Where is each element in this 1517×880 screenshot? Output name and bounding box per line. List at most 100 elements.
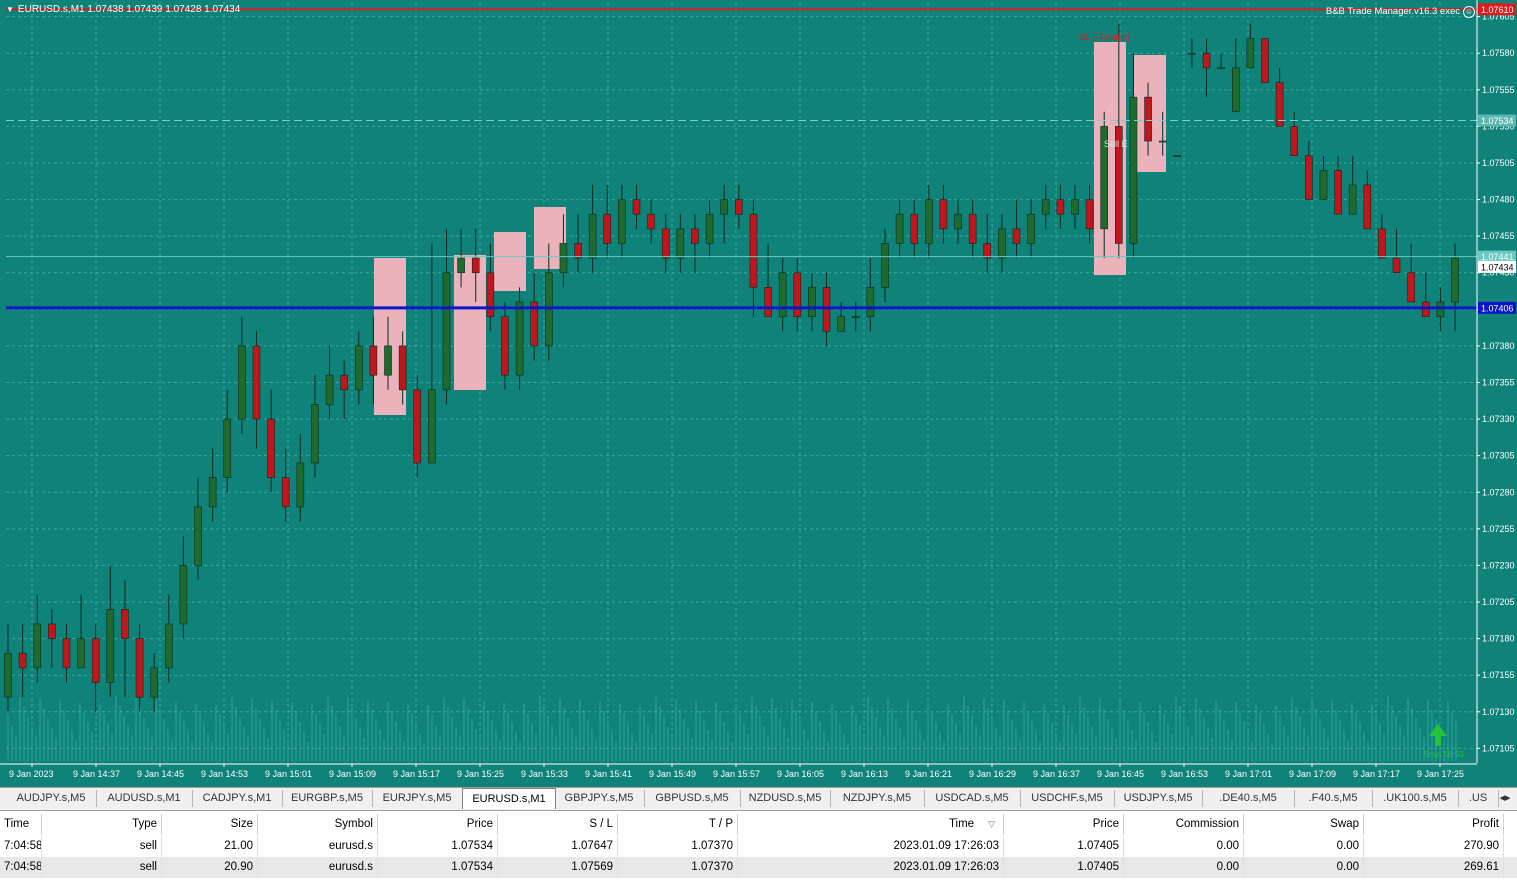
candle-body[interactable] (1348, 184, 1357, 215)
tab-de40-s-m5[interactable]: .DE40.s,M5 (1202, 790, 1295, 807)
candle-body[interactable] (33, 623, 42, 669)
tab-eurgbp-s-m5[interactable]: EURGBP.s,M5 (282, 790, 373, 807)
candle-body[interactable] (939, 199, 948, 230)
candle-body[interactable] (311, 404, 319, 464)
column-header-price[interactable]: Price (1004, 814, 1124, 835)
candle-body[interactable] (1407, 272, 1415, 303)
candle-body[interactable] (983, 243, 992, 259)
candle-body[interactable] (4, 652, 12, 698)
candle-body[interactable] (808, 287, 816, 317)
candle-body[interactable] (18, 652, 27, 669)
candle-body[interactable] (661, 228, 670, 259)
candle-body[interactable] (998, 228, 1006, 259)
candle-body[interactable] (223, 418, 232, 478)
candle-body[interactable] (910, 213, 919, 244)
tab-nzdjpy-s-m5[interactable]: NZDJPY.s,M5 (830, 790, 925, 807)
candle-body[interactable] (778, 272, 787, 317)
table-row[interactable]: 7:04:58 sell 21.00 eurusd.s 1.07534 1.07647 1.… (0, 836, 1517, 857)
column-header-commission[interactable]: Commission (1124, 814, 1244, 835)
candle-body[interactable] (208, 477, 217, 508)
tab-uk100-s-m5[interactable]: .UK100.s,M5 (1372, 790, 1459, 807)
candle-body[interactable] (866, 287, 875, 317)
candle-body[interactable] (296, 462, 305, 508)
candle-body[interactable] (1451, 257, 1459, 303)
candle-body[interactable] (1202, 52, 1211, 69)
tab-cadjpy-s-m1[interactable]: CADJPY.s,M1 (192, 790, 283, 807)
candle-body[interactable] (1012, 228, 1021, 244)
candle-body[interactable] (895, 213, 904, 244)
candle-body[interactable] (281, 477, 290, 508)
candle-body[interactable] (457, 257, 465, 274)
candle-body[interactable] (1378, 228, 1386, 259)
candle-body[interactable] (1144, 96, 1152, 142)
candle-body[interactable] (340, 374, 348, 391)
candle-body[interactable] (252, 345, 261, 420)
candle-body[interactable] (632, 199, 641, 215)
candle-body[interactable] (1275, 82, 1284, 127)
candle-body[interactable] (1261, 38, 1269, 83)
candle-body[interactable] (749, 213, 758, 288)
candle-body[interactable] (603, 213, 612, 244)
candle-body[interactable] (1305, 155, 1313, 200)
tab-scroll-icon[interactable]: ◂▸ (1496, 790, 1514, 807)
candle-body[interactable] (325, 374, 334, 405)
candle-body[interactable] (1319, 169, 1328, 200)
tab-us[interactable]: .US (1458, 790, 1499, 807)
candle-body[interactable] (486, 272, 495, 317)
trade-manager-label[interactable]: B&B Trade Manager.v16.3 exec ☺ (1326, 6, 1475, 18)
candle-body[interactable] (881, 243, 889, 288)
candle-body[interactable] (515, 301, 524, 376)
candlestick-chart-svg[interactable]: SL (-7.6pips)Sell E5min 18:501.076051.07… (0, 0, 1517, 787)
tab-gbpjpy-s-m5[interactable]: GBPJPY.s,M5 (554, 790, 645, 807)
candle-body[interactable] (735, 199, 743, 215)
column-header-price[interactable]: Price (378, 814, 498, 835)
tab-usdjpy-s-m5[interactable]: USDJPY.s,M5 (1114, 790, 1203, 807)
tab-usdcad-s-m5[interactable]: USDCAD.s,M5 (924, 790, 1021, 807)
candle-body[interactable] (1363, 184, 1372, 230)
tab-audjpy-s-m5[interactable]: AUDJPY.s,M5 (6, 790, 97, 807)
column-header-size[interactable]: Size (162, 814, 258, 835)
tab-eurjpy-s-m5[interactable]: EURJPY.s,M5 (372, 790, 463, 807)
candle-body[interactable] (1188, 52, 1196, 55)
candle-body[interactable] (1334, 169, 1342, 215)
column-header-s-l[interactable]: S / L (498, 814, 618, 835)
tab-gbpusd-s-m5[interactable]: GBPUSD.s,M5 (644, 790, 741, 807)
candle-body[interactable] (267, 418, 275, 478)
dropdown-triangle-icon[interactable]: ▼ (6, 5, 14, 14)
candle-body[interactable] (676, 228, 685, 259)
candle-body[interactable] (851, 316, 860, 318)
candle-body[interactable] (164, 623, 173, 669)
tab-f40-s-m5[interactable]: .F40.s,M5 (1294, 790, 1373, 807)
candle-body[interactable] (1173, 155, 1182, 157)
column-header-symbol[interactable]: Symbol (258, 814, 378, 835)
candle-body[interactable] (588, 213, 597, 259)
column-header-profit[interactable]: Profit (1364, 814, 1504, 835)
candle-body[interactable] (793, 272, 802, 317)
candle-body[interactable] (442, 272, 451, 391)
candle-body[interactable] (1071, 199, 1079, 215)
tab-eurusd-s-m1[interactable]: EURUSD.s,M1 (462, 788, 556, 809)
candle-body[interactable] (764, 287, 772, 317)
candle-body[interactable] (413, 389, 422, 464)
candle-body[interactable] (968, 213, 977, 244)
candle-body[interactable] (428, 389, 436, 464)
candle-body[interactable] (91, 638, 100, 683)
candle-body[interactable] (1027, 213, 1035, 244)
candle-body[interactable] (1056, 199, 1065, 215)
candle-body[interactable] (179, 565, 188, 625)
column-header-t-p[interactable]: T / P (618, 814, 738, 835)
candle-body[interactable] (574, 243, 582, 259)
candle-body[interactable] (837, 316, 845, 332)
tab-audusd-s-m1[interactable]: AUDUSD.s,M1 (96, 790, 193, 807)
candle-body[interactable] (62, 638, 71, 669)
column-header-time[interactable]: Time (0, 814, 42, 835)
candle-body[interactable] (1085, 199, 1094, 230)
candle-body[interactable] (647, 213, 655, 230)
candle-body[interactable] (1041, 199, 1050, 215)
candle-body[interactable] (1129, 96, 1138, 244)
candle-body[interactable] (471, 257, 480, 274)
candle-body[interactable] (691, 228, 699, 244)
candle-body[interactable] (618, 199, 626, 244)
candle-body[interactable] (354, 345, 363, 391)
candle-body[interactable] (954, 213, 962, 230)
